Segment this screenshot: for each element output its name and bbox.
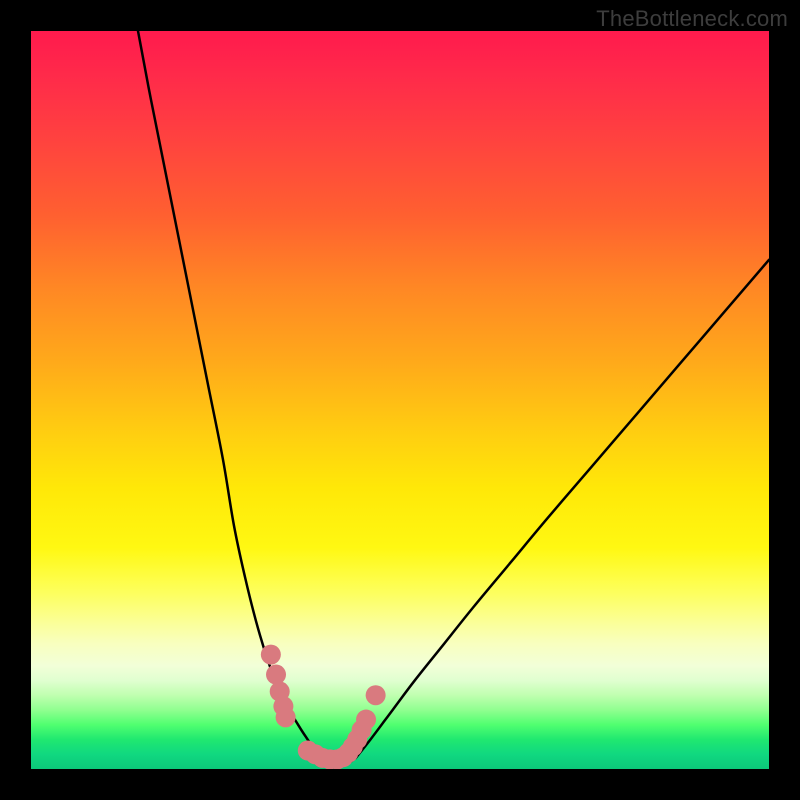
chart-svg <box>31 31 769 769</box>
curve-right-branch <box>356 260 769 758</box>
data-marker <box>276 707 296 727</box>
data-markers <box>261 645 386 769</box>
data-marker <box>266 665 286 685</box>
watermark-text: TheBottleneck.com <box>596 6 788 32</box>
curve-left-branch <box>138 31 319 758</box>
data-marker <box>261 645 281 665</box>
chart-plot-area <box>31 31 769 769</box>
data-marker <box>356 710 376 730</box>
data-marker <box>366 685 386 705</box>
